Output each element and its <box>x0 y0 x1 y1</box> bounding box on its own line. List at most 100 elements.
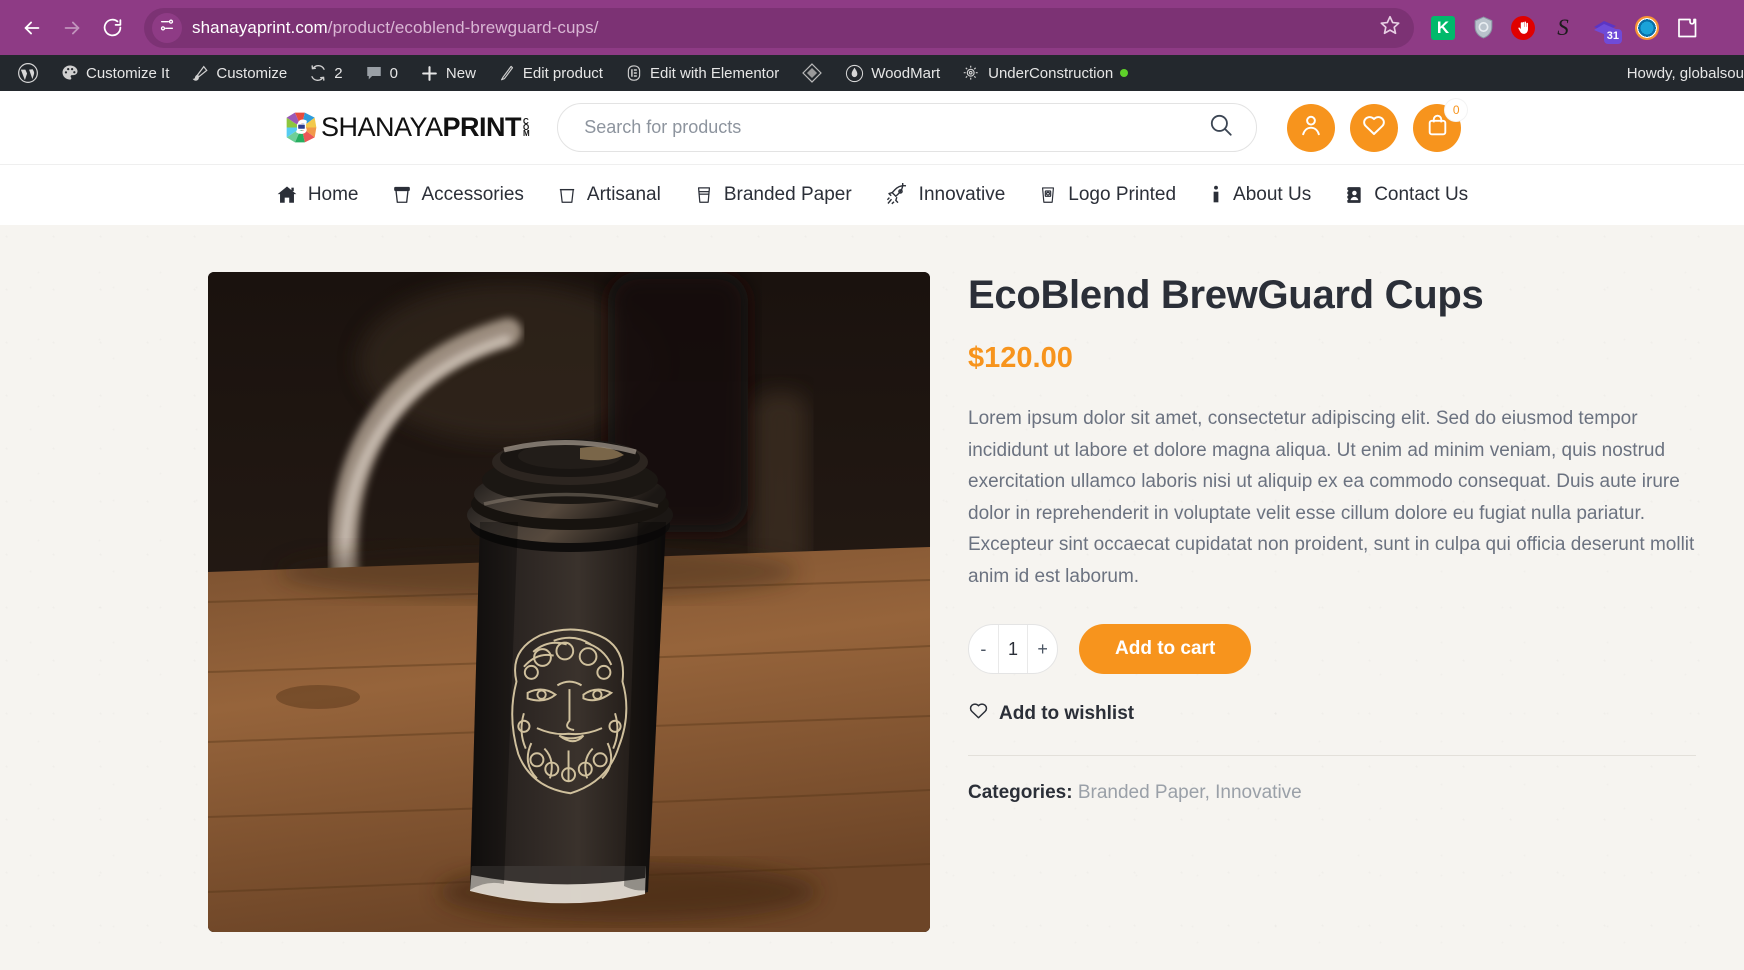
logo-tld-m: M <box>523 129 530 139</box>
adminbar-item-customize-it[interactable]: Customize It <box>50 55 180 91</box>
add-to-wishlist-button[interactable]: Add to wishlist <box>968 700 1696 727</box>
wishlist-button[interactable] <box>1350 103 1399 152</box>
url-domain: shanayaprint.com <box>192 17 328 37</box>
quantity-value[interactable]: 1 <box>997 625 1029 674</box>
add-to-cart-button[interactable]: Add to cart <box>1079 624 1252 675</box>
gear-icon <box>962 64 981 83</box>
search-icon[interactable] <box>1208 112 1234 143</box>
quantity-increase-button[interactable]: + <box>1028 625 1057 673</box>
url-path: /product/ecoblend-brewguard-cups/ <box>327 17 599 37</box>
home-icon <box>276 184 298 206</box>
site-settings-icon <box>159 17 175 38</box>
adminbar-item-underconstruction[interactable]: UnderConstruction <box>951 55 1139 91</box>
product-page: EcoBlend BrewGuard Cups $120.00 Lorem ip… <box>0 225 1744 970</box>
elementor-icon <box>625 64 643 82</box>
nav-item-contact-us[interactable]: Contact Us <box>1344 184 1468 206</box>
adminbar-item-diamond[interactable] <box>790 55 834 91</box>
kaspersky-extension-icon[interactable]: K <box>1430 15 1456 41</box>
forward-arrow-icon <box>61 17 83 39</box>
adminbar-item-new[interactable]: New <box>409 55 487 91</box>
adminbar-item-customize[interactable]: Customize <box>180 55 298 91</box>
product-summary-column: EcoBlend BrewGuard Cups $120.00 Lorem ip… <box>930 272 1744 970</box>
status-badge <box>1120 69 1129 77</box>
diamond-icon <box>801 62 823 84</box>
extensions-puzzle-icon[interactable] <box>1674 15 1700 41</box>
palette-icon <box>61 64 79 82</box>
brush-icon <box>191 64 209 82</box>
search-input[interactable] <box>584 117 1209 138</box>
updates-icon <box>309 64 327 82</box>
browser-toolbar: shanayaprint.com/product/ecoblend-brewgu… <box>0 0 1744 55</box>
calendar-extension-icon[interactable]: 31 <box>1590 15 1622 44</box>
account-button[interactable] <box>1287 103 1336 152</box>
wordpress-admin-bar: Customize It Customize 2 0 New Edit prod… <box>0 55 1744 91</box>
pencil-icon <box>498 64 516 82</box>
adminbar-label: UnderConstruction <box>988 64 1114 82</box>
calendar-extension-badge: 31 <box>1603 29 1622 44</box>
logo-tld-text: C O M <box>523 117 530 139</box>
adminbar-item-edit-product[interactable]: Edit product <box>487 55 614 91</box>
grammarly-extension-icon[interactable]: S <box>1550 15 1576 41</box>
nav-item-logo-printed[interactable]: Logo Printed <box>1038 184 1176 206</box>
main-navigation: Home Accessories Artisanal Branded Paper… <box>0 164 1744 225</box>
nav-item-branded-paper[interactable]: Branded Paper <box>694 184 852 206</box>
purchase-row: - 1 + Add to cart <box>968 624 1696 675</box>
logo-cup-icon <box>1038 184 1058 206</box>
nav-label: Contact Us <box>1374 184 1469 205</box>
grammarly-extension-label: S <box>1557 15 1569 40</box>
category-link-innovative[interactable]: Innovative <box>1215 782 1302 803</box>
adminbar-item-edit-with-elementor[interactable]: Edit with Elementor <box>614 55 790 91</box>
search-bar[interactable] <box>557 103 1258 152</box>
star-icon <box>1379 14 1401 41</box>
nav-label: Branded Paper <box>723 184 852 205</box>
logo-secondary-text: PRINT <box>442 112 522 142</box>
adminbar-item-updates[interactable]: 2 <box>298 55 353 91</box>
cart-button[interactable]: 0 <box>1413 98 1468 152</box>
quantity-stepper[interactable]: - 1 + <box>968 624 1058 675</box>
nav-item-innovative[interactable]: Innovative <box>885 183 1005 207</box>
nav-item-artisanal[interactable]: Artisanal <box>557 184 661 206</box>
user-icon <box>1298 112 1324 143</box>
cup-icon <box>392 184 412 206</box>
header-icon-group: 0 <box>1287 98 1468 152</box>
nav-item-home[interactable]: Home <box>276 184 359 206</box>
reload-icon <box>102 17 123 38</box>
adminbar-item-wordpress[interactable] <box>6 55 50 91</box>
paper-cup-icon <box>694 184 714 206</box>
info-icon <box>1209 184 1223 206</box>
colorful-ring-extension-icon[interactable] <box>1634 15 1660 41</box>
adminbar-item-comments[interactable]: 0 <box>354 55 409 91</box>
adblock-extension-icon[interactable] <box>1510 15 1536 41</box>
heart-icon <box>1361 112 1387 143</box>
adminbar-howdy[interactable]: Howdy, globalsou <box>1627 55 1744 91</box>
heart-icon <box>968 700 989 727</box>
adminbar-label: Customize It <box>86 64 170 82</box>
shield-extension-icon[interactable] <box>1470 15 1496 41</box>
site-settings-button[interactable] <box>152 12 182 43</box>
site-header: SHANAYA PRINT C O M Search for products … <box>0 91 1744 164</box>
black-coffee-cup-photo <box>208 272 930 932</box>
product-price: $120.00 <box>968 342 1073 374</box>
reload-button[interactable] <box>92 8 132 48</box>
logo-mark-icon <box>285 111 318 144</box>
category-link-branded-paper[interactable]: Branded Paper <box>1078 782 1205 803</box>
nav-item-accessories[interactable]: Accessories <box>392 184 524 206</box>
forward-button[interactable] <box>52 8 92 48</box>
product-image[interactable] <box>208 272 930 932</box>
back-arrow-icon <box>21 17 43 39</box>
back-button[interactable] <box>12 8 52 48</box>
address-bar[interactable]: shanayaprint.com/product/ecoblend-brewgu… <box>144 7 1414 48</box>
logo-wordmark: SHANAYA PRINT C O M <box>321 112 530 143</box>
bookmark-button[interactable] <box>1374 12 1406 44</box>
adminbar-label: Edit with Elementor <box>649 64 780 82</box>
adminbar-label: WoodMart <box>871 64 941 82</box>
categories-label: Categories: <box>968 782 1073 804</box>
logo-primary-text: SHANAYA <box>321 112 443 142</box>
quantity-decrease-button[interactable]: - <box>969 625 998 673</box>
site-logo[interactable]: SHANAYA PRINT C O M <box>285 111 530 144</box>
adminbar-label: Customize <box>216 64 288 82</box>
plus-icon <box>420 64 439 83</box>
adminbar-item-woodmart[interactable]: WoodMart <box>834 55 951 91</box>
nav-item-about-us[interactable]: About Us <box>1209 184 1311 206</box>
url-text: shanayaprint.com/product/ecoblend-brewgu… <box>192 18 599 38</box>
